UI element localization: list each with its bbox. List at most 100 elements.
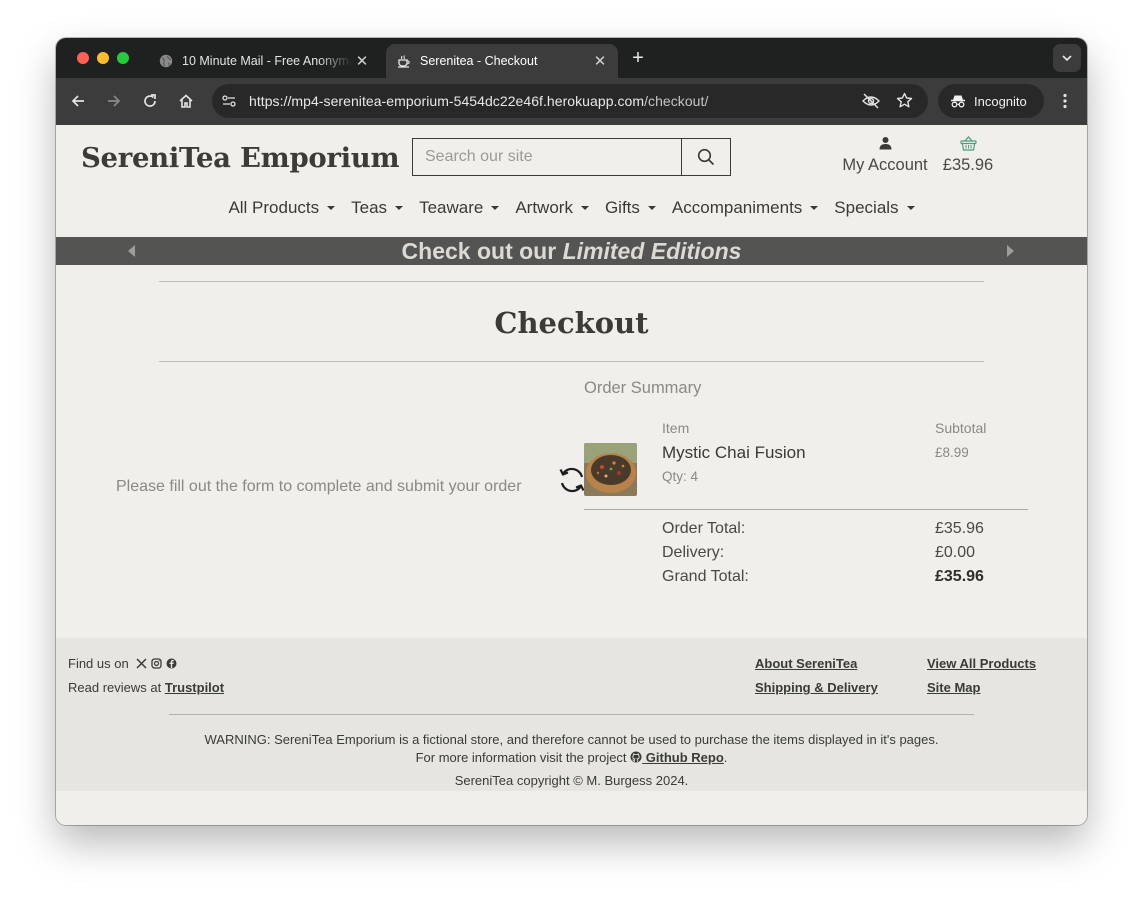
about-link[interactable]: About SereniTea [755, 656, 857, 671]
find-us: Find us on [68, 656, 177, 672]
basket-total: £35.96 [942, 156, 994, 174]
trustpilot-link[interactable]: Trustpilot [165, 680, 224, 695]
reviews-line: Read reviews at Trustpilot [68, 680, 225, 695]
home-button[interactable] [175, 90, 197, 112]
nav-teas[interactable]: Teas [343, 198, 411, 218]
site-search-form [412, 138, 731, 176]
tab-title: Serenitea - Checkout [420, 54, 538, 68]
profile-label: Incognito [974, 93, 1027, 109]
banner-text: Check out our Limited Editions [401, 237, 742, 264]
browser-tab-10minutemail[interactable]: 10 Minute Mail - Free Anonymous Email ✕ [148, 44, 380, 78]
basket-icon [941, 136, 995, 152]
divider [159, 361, 984, 362]
close-tab-icon[interactable]: ✕ [590, 51, 610, 71]
browser-menu-button[interactable] [1054, 90, 1076, 112]
new-tab-button[interactable]: + [628, 48, 648, 68]
more-info-line: For more information visit the project G… [415, 750, 728, 765]
nav-specials[interactable]: Specials [826, 198, 922, 218]
page-title: Checkout [494, 306, 649, 340]
browser-toolbar: https://mp4-serenitea-emporium-5454dc22e… [56, 78, 1087, 125]
caret-down-icon [395, 206, 404, 210]
copyright: SereniTea copyright © M. Burgess 2024. [454, 773, 689, 788]
incognito-icon [950, 94, 966, 108]
loading-spinner-icon [559, 467, 585, 493]
product-thumbnail [584, 443, 637, 496]
site-settings-icon[interactable] [221, 93, 237, 114]
close-window-button[interactable] [77, 52, 89, 64]
caret-down-icon [647, 206, 656, 210]
forward-arrow-icon [108, 95, 121, 107]
shipping-link[interactable]: Shipping & Delivery [755, 680, 878, 695]
github-icon [630, 751, 642, 763]
product-subtotal: £8.99 [935, 445, 969, 460]
main-nav: All Products Teas Teaware Artwork Gifts … [56, 198, 1087, 218]
caret-down-icon [810, 206, 819, 210]
globe-icon [158, 53, 174, 69]
reload-icon [144, 94, 156, 107]
kebab-menu-icon [1063, 93, 1067, 109]
divider [169, 714, 974, 715]
browser-tab-checkout[interactable]: Serenitea - Checkout ✕ [386, 44, 618, 78]
address-bar[interactable]: https://mp4-serenitea-emporium-5454dc22e… [212, 84, 928, 118]
site-map-link[interactable]: Site Map [927, 680, 980, 695]
nav-teaware[interactable]: Teaware [411, 198, 507, 218]
tab-title: 10 Minute Mail - Free Anonymous Email [182, 54, 352, 68]
eye-off-icon[interactable] [862, 93, 880, 114]
caret-down-icon [906, 206, 915, 210]
nav-all-products[interactable]: All Products [220, 198, 343, 218]
search-input[interactable] [413, 139, 681, 175]
grand-total-value: £35.96 [935, 568, 984, 585]
instagram-icon[interactable] [151, 657, 162, 672]
caret-down-icon [491, 206, 500, 210]
grand-total-label: Grand Total: [662, 568, 749, 585]
reload-button[interactable] [139, 90, 161, 112]
carousel-next-icon[interactable] [1007, 245, 1014, 257]
order-total-value: £35.96 [935, 520, 984, 537]
back-arrow-icon [71, 95, 84, 107]
github-repo-link[interactable]: Github Repo [630, 750, 724, 765]
delivery-label: Delivery: [662, 544, 725, 561]
tab-search-button[interactable] [1053, 44, 1081, 72]
search-button[interactable] [681, 139, 730, 175]
browser-window: 10 Minute Mail - Free Anonymous Email ✕ … [56, 38, 1087, 825]
my-account-label: My Account [842, 156, 928, 174]
fictional-warning: WARNING: SereniTea Emporium is a fiction… [204, 732, 939, 747]
tab-strip: 10 Minute Mail - Free Anonymous Email ✕ … [56, 38, 1087, 78]
home-icon [179, 94, 193, 108]
facebook-icon[interactable] [166, 657, 177, 672]
close-tab-icon[interactable]: ✕ [352, 51, 372, 71]
carousel-prev-icon[interactable] [128, 245, 135, 257]
maximize-window-button[interactable] [117, 52, 129, 64]
back-button[interactable] [67, 90, 89, 112]
forward-button[interactable] [103, 90, 125, 112]
basket-link[interactable]: £35.96 [941, 136, 995, 175]
product-name: Mystic Chai Fusion [662, 443, 806, 462]
x-twitter-icon[interactable] [136, 657, 147, 672]
my-account-link[interactable]: My Account [837, 136, 933, 175]
minimize-window-button[interactable] [97, 52, 109, 64]
col-head-item: Item [662, 420, 690, 436]
col-head-subtotal: Subtotal [935, 420, 987, 436]
incognito-profile-button[interactable]: Incognito [938, 84, 1044, 118]
bookmark-star-icon[interactable] [896, 92, 913, 114]
order-total-label: Order Total: [662, 520, 746, 537]
teacup-icon [396, 53, 412, 69]
nav-artwork[interactable]: Artwork [507, 198, 597, 218]
url-text: https://mp4-serenitea-emporium-5454dc22e… [249, 93, 709, 109]
nav-gifts[interactable]: Gifts [597, 198, 664, 218]
order-summary-title: Order Summary [584, 379, 702, 397]
caret-down-icon [327, 206, 336, 210]
search-icon [697, 148, 715, 166]
view-all-products-link[interactable]: View All Products [927, 656, 1036, 671]
chevron-down-icon [1062, 55, 1072, 62]
site-logo[interactable]: SereniTea Emporium [81, 142, 400, 174]
delivery-value: £0.00 [935, 544, 976, 561]
form-instructions: Please fill out the form to complete and… [116, 478, 522, 495]
site-footer: Find us on Read reviews at Trustpilot Ab… [56, 638, 1087, 791]
caret-down-icon [580, 206, 589, 210]
promo-banner[interactable]: Check out our Limited Editions [56, 237, 1087, 265]
page-content: SereniTea Emporium My Account £35.96 All… [56, 125, 1087, 825]
user-icon [837, 136, 933, 152]
divider [584, 509, 1028, 510]
nav-accompaniments[interactable]: Accompaniments [664, 198, 826, 218]
